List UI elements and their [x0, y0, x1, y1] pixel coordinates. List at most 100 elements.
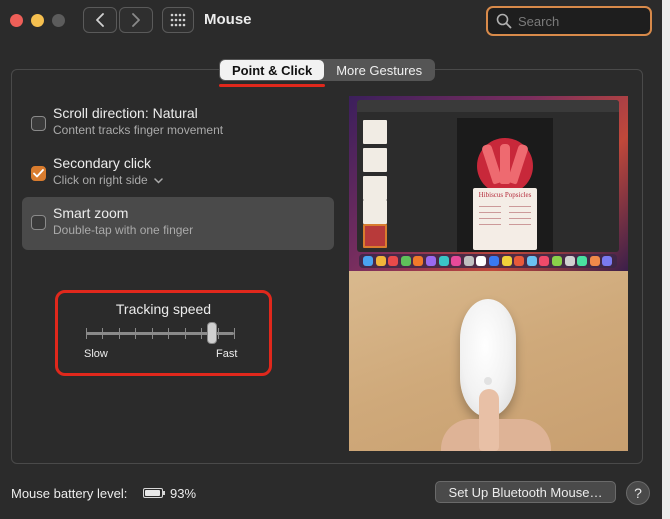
preview-dock-icon: [363, 256, 373, 266]
preview-popsicle-bowl: [477, 138, 533, 194]
chevron-down-icon: [154, 178, 163, 184]
checkmark-icon: [33, 169, 44, 178]
preview-thumbnail: [363, 148, 387, 172]
minimize-window-button[interactable]: [31, 14, 44, 27]
slider-tick: [118, 328, 120, 339]
battery-level-label: Mouse battery level:: [11, 486, 128, 501]
smart-zoom-checkbox[interactable]: [31, 215, 46, 230]
slow-label: Slow: [84, 348, 108, 360]
slider-tick: [86, 328, 87, 339]
preview-dock-icon: [552, 256, 562, 266]
show-all-button[interactable]: [162, 7, 194, 33]
tab-more-gestures[interactable]: More Gestures: [324, 60, 434, 80]
preview-dock-icon: [489, 256, 499, 266]
preview-thumbnail: [363, 120, 387, 144]
search-input[interactable]: [518, 13, 638, 29]
preview-dock-icon: [577, 256, 588, 266]
slider-tick: [151, 328, 153, 339]
option-title: Secondary click: [53, 155, 152, 171]
chevron-left-icon: [96, 13, 104, 27]
title-bar: Mouse: [0, 0, 662, 44]
slider-tick: [184, 328, 186, 339]
battery-fill: [145, 490, 160, 496]
tracking-speed-label: Tracking speed: [115, 301, 212, 317]
preview-text-line: [479, 206, 501, 207]
battery-nub: [163, 491, 165, 495]
dropdown-value: Click on right side: [53, 173, 148, 187]
gesture-preview-video: Hibiscus Popsicles: [349, 96, 628, 451]
slider-knob[interactable]: [206, 322, 217, 344]
preview-screen: Hibiscus Popsicles: [349, 96, 628, 271]
close-window-button[interactable]: [10, 14, 23, 27]
preview-dock-icon: [501, 256, 512, 266]
preview-desk: [349, 271, 628, 451]
preview-text-line: [509, 212, 531, 213]
background-window-edge: [662, 0, 670, 519]
apple-logo-icon: [484, 377, 492, 385]
option-title: Smart zoom: [53, 205, 129, 221]
preview-dock-icon: [451, 256, 462, 266]
window-title: Mouse: [204, 11, 252, 28]
preview-thumbnail: [363, 200, 387, 224]
preview-recipe-card: Hibiscus Popsicles: [473, 188, 537, 250]
smart-zoom-option[interactable]: Smart zoom Double-tap with one finger: [22, 197, 334, 250]
preview-finger: [479, 389, 499, 451]
preview-dock: [359, 254, 617, 268]
preview-dock-icon: [438, 256, 449, 266]
preview-dock-icon: [526, 256, 537, 266]
slider-tick: [201, 328, 203, 339]
forward-button[interactable]: [119, 7, 153, 33]
preview-text-line: [509, 206, 531, 207]
preview-document-page: Hibiscus Popsicles: [457, 118, 553, 252]
preview-dock-icon: [539, 256, 550, 266]
preview-app-window: Hibiscus Popsicles: [357, 100, 619, 252]
slider-tick: [234, 328, 235, 339]
tracking-speed-group: Tracking speed Slow Fast: [55, 290, 272, 376]
preview-dock-icon: [602, 256, 613, 266]
chevron-right-icon: [132, 13, 140, 27]
slider-tick: [102, 328, 104, 339]
scroll-direction-checkbox[interactable]: [31, 116, 46, 131]
preview-text-line: [509, 218, 531, 219]
help-button[interactable]: ?: [626, 481, 650, 505]
secondary-click-dropdown[interactable]: Click on right side: [53, 173, 163, 187]
secondary-click-checkbox[interactable]: [31, 166, 46, 181]
option-title: Scroll direction: Natural: [53, 105, 198, 121]
preview-dock-icon: [589, 256, 600, 266]
preview-text-line: [509, 224, 531, 225]
preview-dock-icon: [476, 256, 487, 266]
secondary-click-option[interactable]: Secondary click Click on right side: [22, 154, 334, 194]
back-button[interactable]: [83, 7, 117, 33]
setup-bluetooth-mouse-button[interactable]: Set Up Bluetooth Mouse…: [435, 481, 616, 503]
preview-dock-icon: [388, 256, 399, 266]
grid-icon: [170, 13, 186, 27]
preview-thumbnails: [361, 116, 389, 250]
preview-dock-icon: [375, 256, 386, 266]
tab-bar: Point & Click More Gestures: [219, 59, 436, 81]
preview-text-line: [479, 224, 501, 225]
tab-point-and-click[interactable]: Point & Click: [220, 60, 325, 80]
preview-thumbnail-selected: [363, 224, 387, 248]
search-icon: [496, 13, 512, 29]
slider-tick: [217, 328, 219, 339]
zoom-window-button[interactable]: [52, 14, 65, 27]
tab-annotation-underline: [219, 84, 325, 87]
preview-recipe-title: Hibiscus Popsicles: [478, 191, 532, 199]
fast-label: Fast: [216, 348, 238, 360]
preview-dock-icon: [413, 256, 424, 266]
option-subtitle: Content tracks finger movement: [53, 123, 224, 137]
preview-text-line: [479, 218, 501, 219]
preview-thumbnail: [363, 176, 387, 200]
battery-percent: 93%: [170, 486, 197, 501]
system-preferences-window: Mouse Point & Click More Gestures Scroll…: [0, 0, 662, 519]
search-field[interactable]: [486, 6, 652, 36]
preview-dock-icon: [564, 256, 575, 266]
preview-dock-icon: [514, 256, 525, 266]
preview-dock-icon: [463, 256, 474, 266]
option-subtitle: Double-tap with one finger: [53, 223, 194, 237]
slider-tick: [135, 328, 137, 339]
preview-popsicle: [507, 143, 529, 185]
battery-icon: [143, 488, 165, 498]
scroll-direction-option[interactable]: Scroll direction: Natural Content tracks…: [22, 104, 334, 144]
slider-tick: [168, 328, 170, 339]
